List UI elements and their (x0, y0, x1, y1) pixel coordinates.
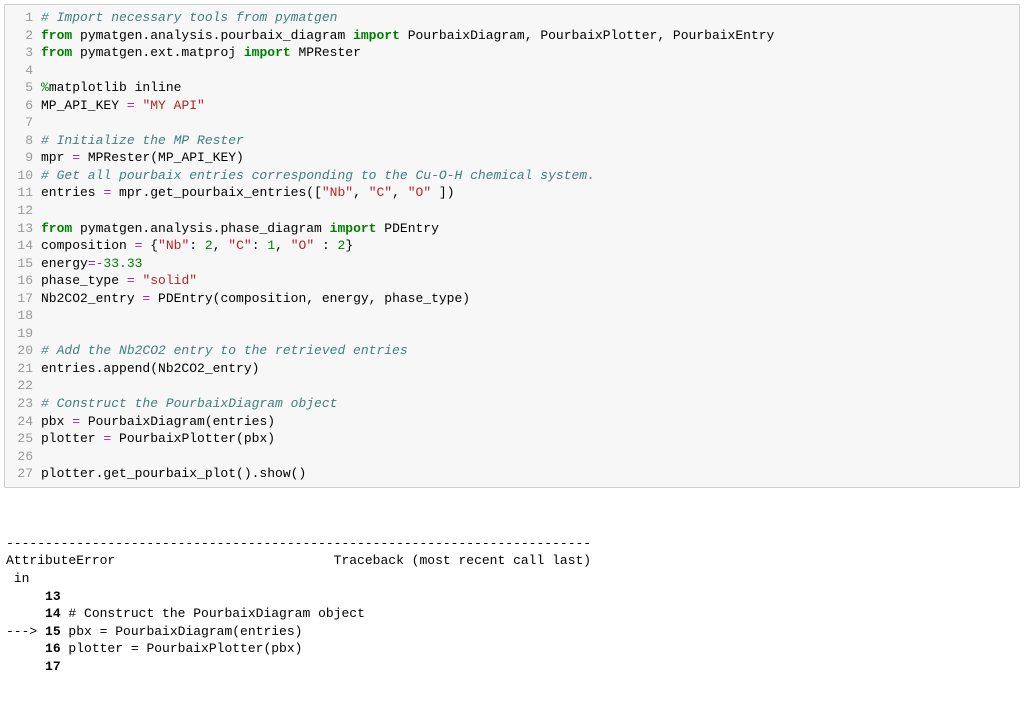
error-output: ----------------------------------------… (4, 496, 1020, 697)
code-line[interactable]: 7 (5, 114, 1019, 132)
code-source[interactable]: from pymatgen.analysis.phase_diagram imp… (41, 220, 1019, 238)
line-number: 9 (5, 149, 41, 167)
line-number: 17 (5, 290, 41, 308)
code-line[interactable]: 21entries.append(Nb2CO2_entry) (5, 360, 1019, 378)
code-line[interactable]: 25plotter = PourbaixPlotter(pbx) (5, 430, 1019, 448)
code-source[interactable]: entries = mpr.get_pourbaix_entries(["Nb"… (41, 184, 1019, 202)
line-number: 27 (5, 465, 41, 483)
code-line[interactable]: 20# Add the Nb2CO2 entry to the retrieve… (5, 342, 1019, 360)
line-number: 2 (5, 27, 41, 45)
code-source[interactable]: composition = {"Nb": 2, "C": 1, "O" : 2} (41, 237, 1019, 255)
code-line[interactable]: 18 (5, 307, 1019, 325)
output-line: 13 (6, 588, 1018, 606)
code-line[interactable]: 22 (5, 377, 1019, 395)
line-number: 19 (5, 325, 41, 343)
line-number: 15 (5, 255, 41, 273)
line-number: 5 (5, 79, 41, 97)
code-line[interactable]: 1# Import necessary tools from pymatgen (5, 9, 1019, 27)
code-line[interactable]: 13from pymatgen.analysis.phase_diagram i… (5, 220, 1019, 238)
code-line[interactable]: 6MP_API_KEY = "MY API" (5, 97, 1019, 115)
code-source[interactable]: # Get all pourbaix entries corresponding… (41, 167, 1019, 185)
line-number: 8 (5, 132, 41, 150)
line-number: 14 (5, 237, 41, 255)
code-line[interactable]: 23# Construct the PourbaixDiagram object (5, 395, 1019, 413)
code-source[interactable]: from pymatgen.analysis.pourbaix_diagram … (41, 27, 1019, 45)
line-number: 22 (5, 377, 41, 395)
code-line[interactable]: 4 (5, 62, 1019, 80)
code-line[interactable]: 15energy=-33.33 (5, 255, 1019, 273)
code-source[interactable]: # Construct the PourbaixDiagram object (41, 395, 1019, 413)
line-number: 26 (5, 448, 41, 466)
line-number: 12 (5, 202, 41, 220)
code-source[interactable]: energy=-33.33 (41, 255, 1019, 273)
line-number: 7 (5, 114, 41, 132)
code-line[interactable]: 19 (5, 325, 1019, 343)
output-line: ----------------------------------------… (6, 535, 1018, 553)
code-line[interactable]: 26 (5, 448, 1019, 466)
code-source[interactable] (41, 114, 1019, 132)
line-number: 13 (5, 220, 41, 238)
code-line[interactable]: 9mpr = MPRester(MP_API_KEY) (5, 149, 1019, 167)
code-source[interactable] (41, 448, 1019, 466)
output-line: in (6, 570, 1018, 588)
code-source[interactable]: mpr = MPRester(MP_API_KEY) (41, 149, 1019, 167)
code-source[interactable] (41, 202, 1019, 220)
code-source[interactable] (41, 377, 1019, 395)
code-input-cell[interactable]: 1# Import necessary tools from pymatgen2… (4, 4, 1020, 488)
line-number: 1 (5, 9, 41, 27)
output-line: AttributeError Traceback (most recent ca… (6, 552, 1018, 570)
code-line[interactable]: 24pbx = PourbaixDiagram(entries) (5, 413, 1019, 431)
code-line[interactable]: 14composition = {"Nb": 2, "C": 1, "O" : … (5, 237, 1019, 255)
code-source[interactable]: # Add the Nb2CO2 entry to the retrieved … (41, 342, 1019, 360)
code-source[interactable]: plotter = PourbaixPlotter(pbx) (41, 430, 1019, 448)
line-number: 23 (5, 395, 41, 413)
line-number: 10 (5, 167, 41, 185)
code-source[interactable]: entries.append(Nb2CO2_entry) (41, 360, 1019, 378)
line-number: 3 (5, 44, 41, 62)
line-number: 18 (5, 307, 41, 325)
code-line[interactable]: 27plotter.get_pourbaix_plot().show() (5, 465, 1019, 483)
code-source[interactable]: from pymatgen.ext.matproj import MPReste… (41, 44, 1019, 62)
output-line: 14 # Construct the PourbaixDiagram objec… (6, 605, 1018, 623)
code-source[interactable] (41, 325, 1019, 343)
output-line: 16 plotter = PourbaixPlotter(pbx) (6, 640, 1018, 658)
code-line[interactable]: 5%matplotlib inline (5, 79, 1019, 97)
code-line[interactable]: 11entries = mpr.get_pourbaix_entries(["N… (5, 184, 1019, 202)
code-line[interactable]: 17Nb2CO2_entry = PDEntry(composition, en… (5, 290, 1019, 308)
output-line: ---> 15 pbx = PourbaixDiagram(entries) (6, 623, 1018, 641)
code-source[interactable]: MP_API_KEY = "MY API" (41, 97, 1019, 115)
code-source[interactable]: Nb2CO2_entry = PDEntry(composition, ener… (41, 290, 1019, 308)
code-source[interactable]: %matplotlib inline (41, 79, 1019, 97)
line-number: 21 (5, 360, 41, 378)
code-source[interactable] (41, 62, 1019, 80)
code-line[interactable]: 8# Initialize the MP Rester (5, 132, 1019, 150)
code-line[interactable]: 10# Get all pourbaix entries correspondi… (5, 167, 1019, 185)
code-source[interactable] (41, 307, 1019, 325)
output-line: 17 (6, 658, 1018, 676)
code-source[interactable]: phase_type = "solid" (41, 272, 1019, 290)
code-line[interactable]: 16phase_type = "solid" (5, 272, 1019, 290)
code-source[interactable]: # Initialize the MP Rester (41, 132, 1019, 150)
line-number: 24 (5, 413, 41, 431)
code-line[interactable]: 2from pymatgen.analysis.pourbaix_diagram… (5, 27, 1019, 45)
code-source[interactable]: pbx = PourbaixDiagram(entries) (41, 413, 1019, 431)
code-line[interactable]: 3from pymatgen.ext.matproj import MPRest… (5, 44, 1019, 62)
code-source[interactable]: # Import necessary tools from pymatgen (41, 9, 1019, 27)
line-number: 4 (5, 62, 41, 80)
line-number: 6 (5, 97, 41, 115)
line-number: 25 (5, 430, 41, 448)
code-source[interactable]: plotter.get_pourbaix_plot().show() (41, 465, 1019, 483)
line-number: 20 (5, 342, 41, 360)
line-number: 16 (5, 272, 41, 290)
code-line[interactable]: 12 (5, 202, 1019, 220)
line-number: 11 (5, 184, 41, 202)
